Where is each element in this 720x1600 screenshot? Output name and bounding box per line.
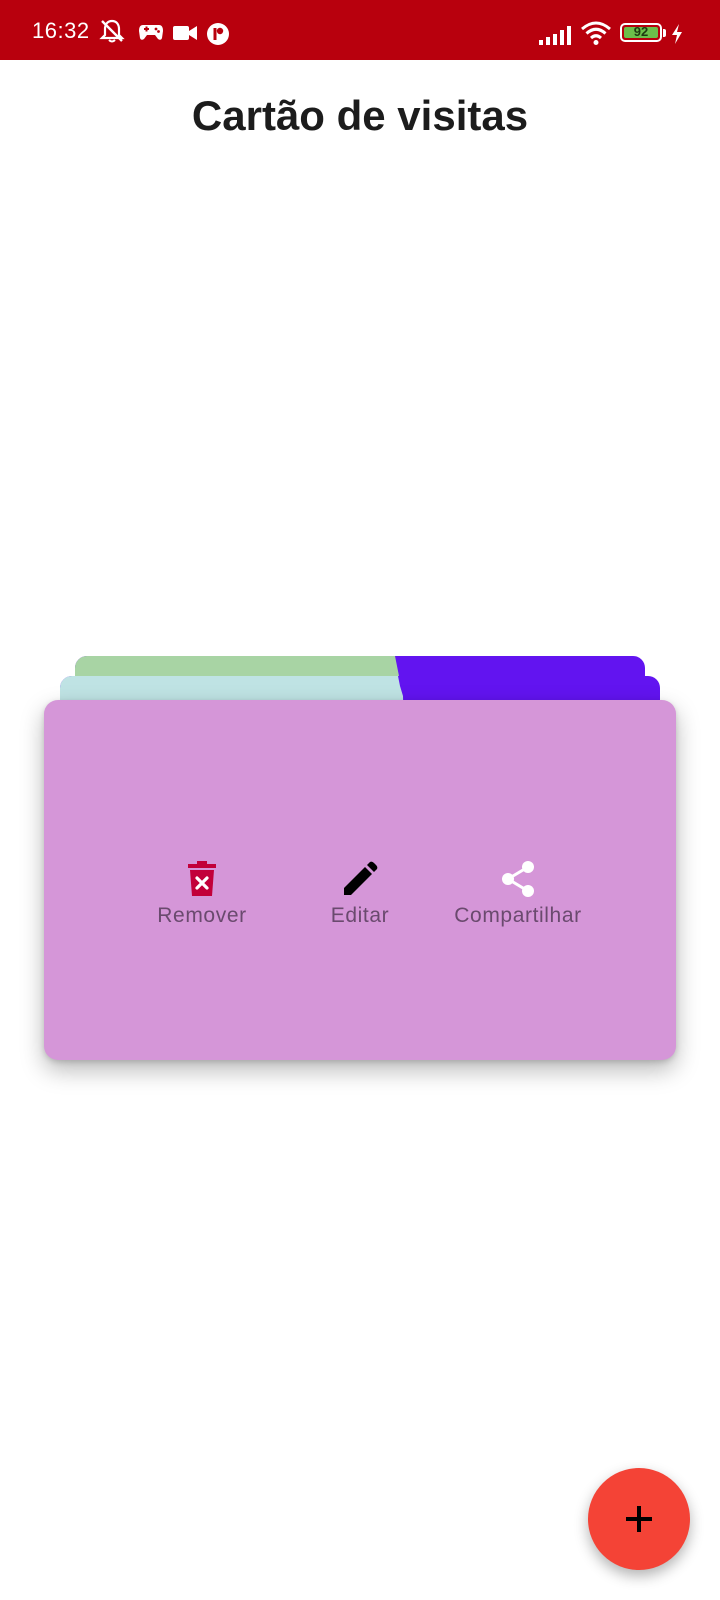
wifi-icon [581,21,611,45]
edit-icon [341,860,379,898]
remove-label: Remover [157,904,247,927]
signal-icon [539,26,571,45]
plus-icon [626,1506,652,1532]
status-time: 16:32 [32,18,90,43]
delete-icon [183,860,221,898]
add-card-button[interactable] [588,1468,690,1570]
status-bar: 16:32 92 [0,0,720,60]
charging-icon [672,24,682,44]
page-title: Cartão de visitas [191,92,529,139]
video-camera-icon [173,26,197,40]
battery-level: 92 [633,24,649,39]
battery-icon: 92 [620,23,662,42]
edit-button[interactable]: Editar [270,860,450,928]
share-icon [499,860,537,898]
game-controller-icon [139,25,163,40]
business-card-front[interactable]: Remover Editar Compartilhar [44,700,676,1060]
share-label: Compartilhar [454,904,582,927]
edit-label: Editar [330,904,390,927]
battery-cap [663,29,666,37]
remove-button[interactable]: Remover [112,860,292,928]
share-button[interactable]: Compartilhar [428,860,608,928]
sync-icon [207,23,229,45]
muted-bell-icon [99,19,125,43]
